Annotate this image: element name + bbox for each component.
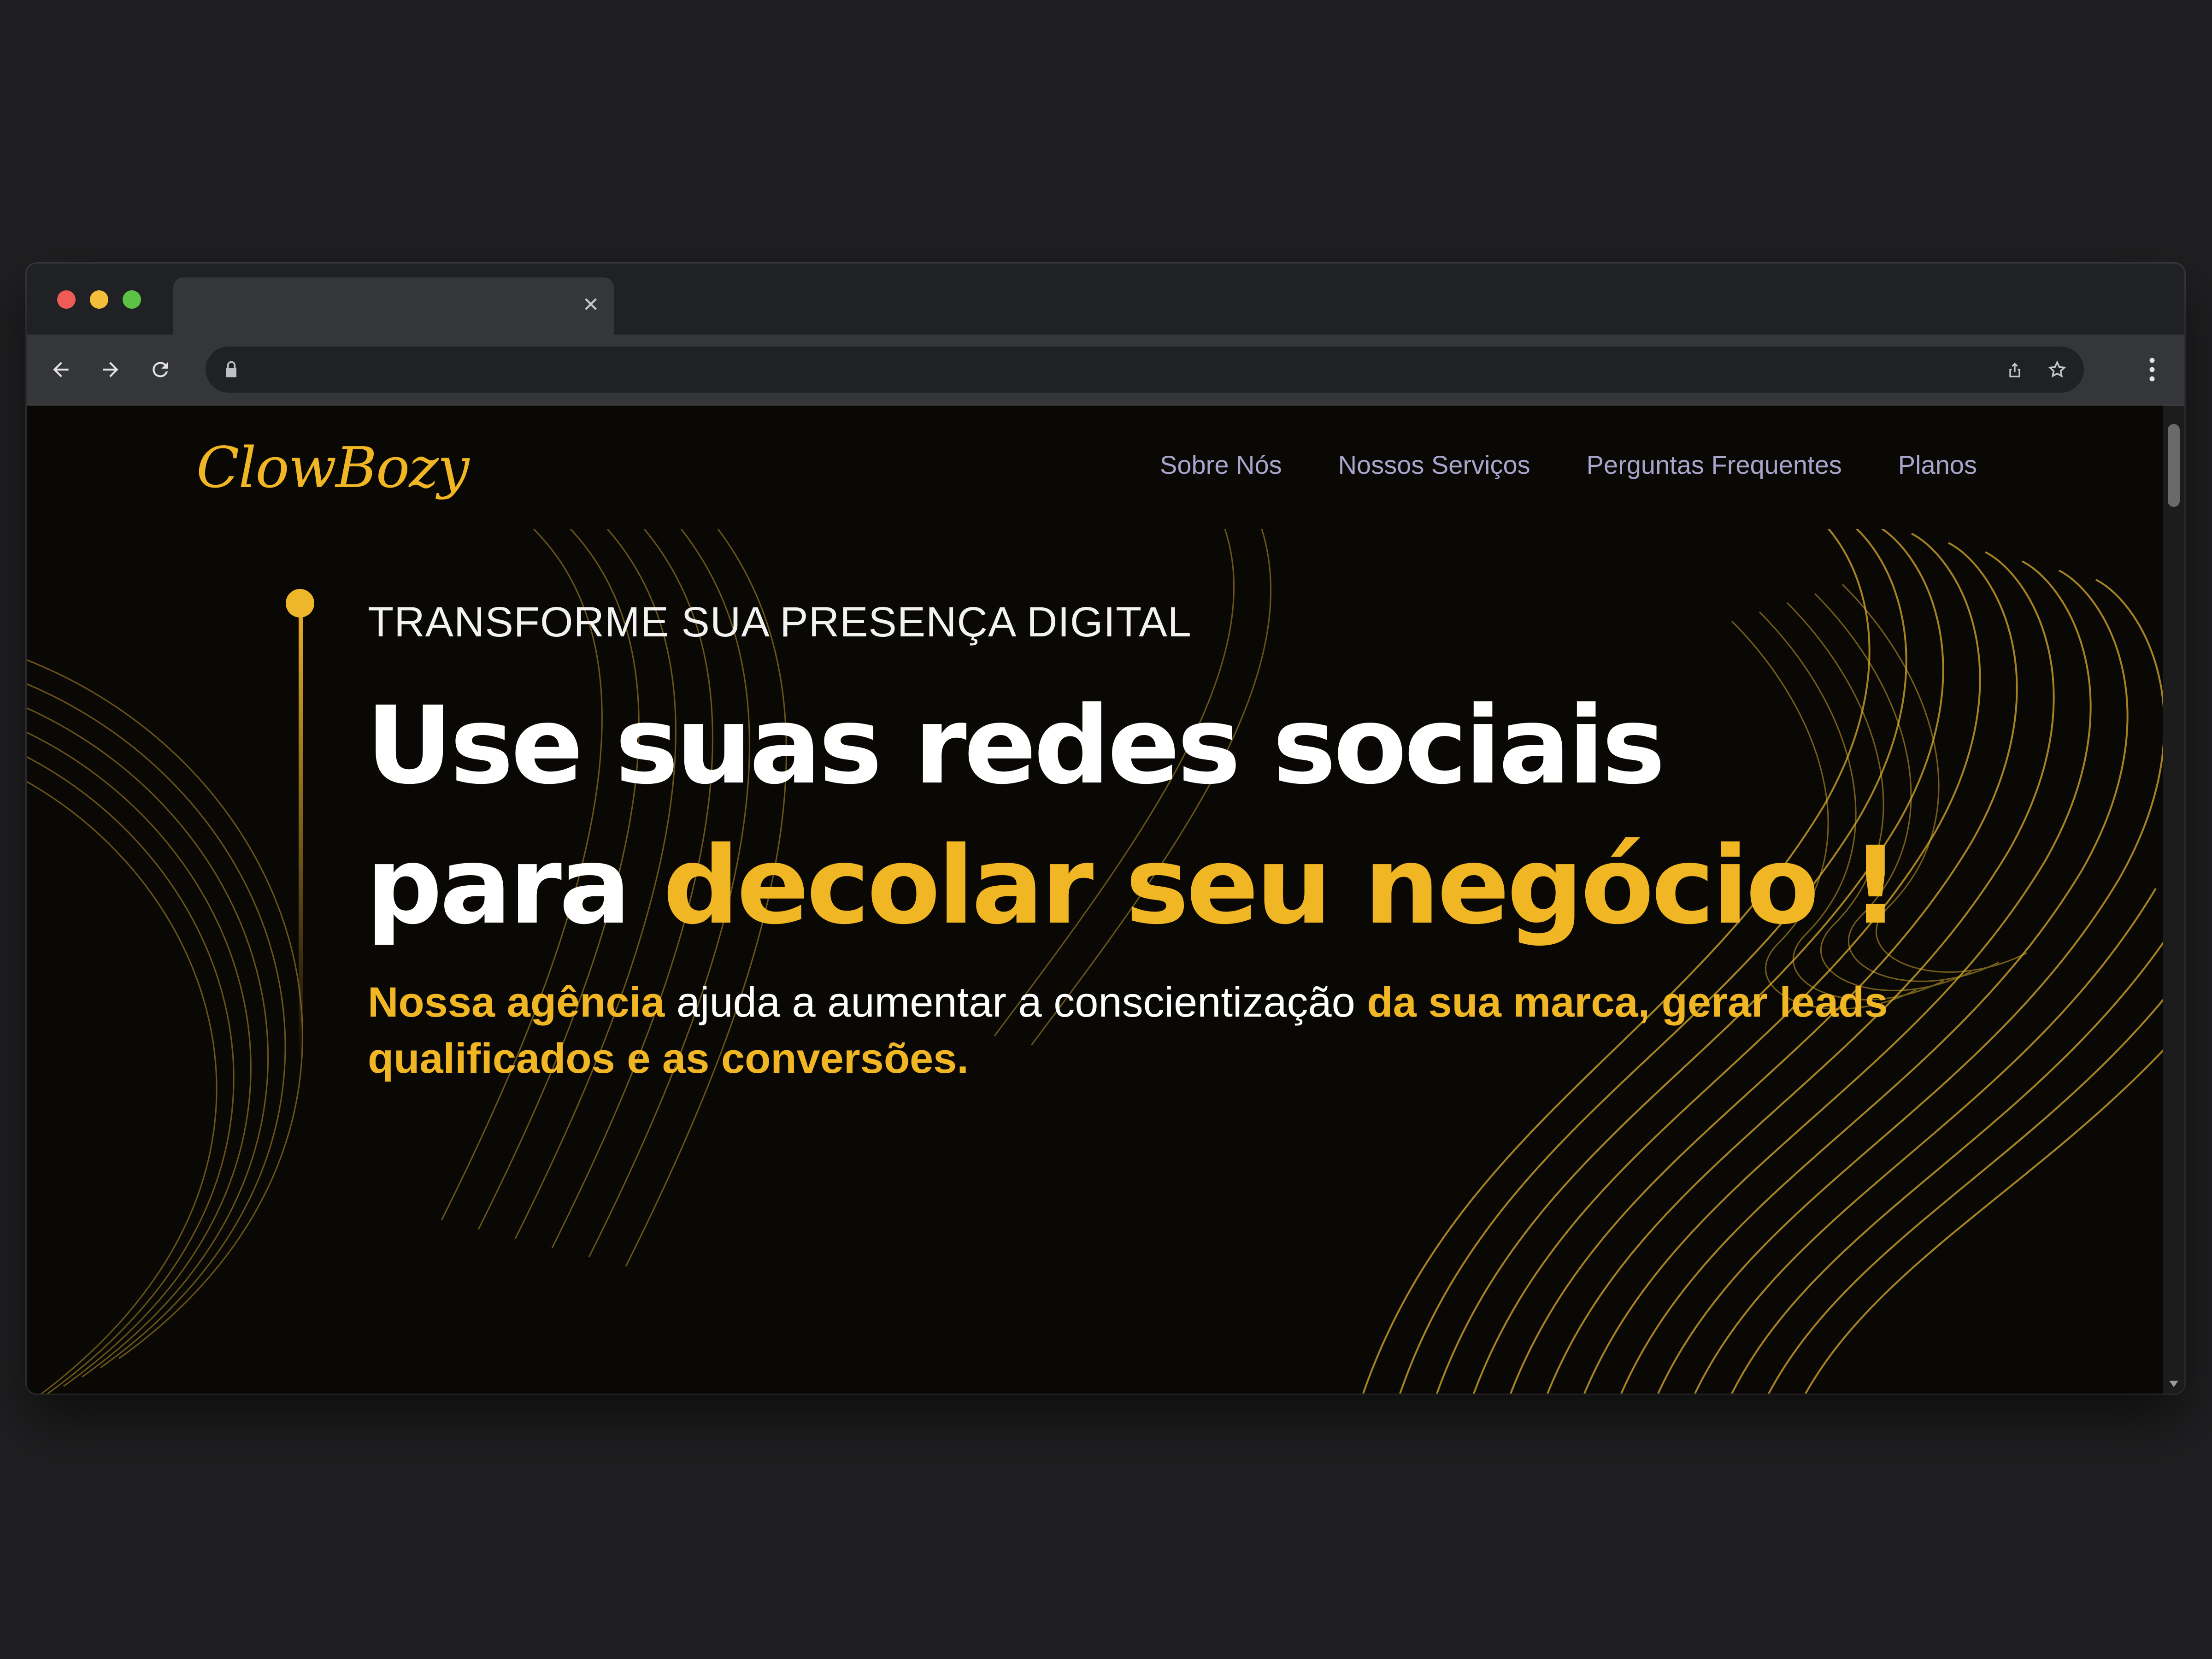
logo-text: ClowBozy — [196, 435, 470, 500]
headline-line1: Use suas redes sociais — [366, 683, 1665, 808]
sub-part1: Nossa agência — [368, 979, 665, 1026]
nav-link-planos[interactable]: Planos — [1898, 450, 1977, 480]
scroll-down-arrow-icon[interactable] — [2169, 1381, 2178, 1387]
hero-subheadline: Nossa agência ajuda a aumentar a conscie… — [368, 974, 1888, 1087]
site-logo[interactable]: ClowBozy — [196, 433, 470, 502]
star-icon — [2048, 360, 2066, 378]
bookmark-button[interactable] — [2044, 357, 2070, 382]
tab-strip: ✕ — [27, 264, 2184, 335]
browser-menu-button[interactable] — [2138, 351, 2166, 388]
address-bar[interactable] — [206, 347, 2084, 393]
reload-icon — [153, 362, 168, 377]
scrollbar-thumb[interactable] — [2168, 424, 2180, 507]
browser-tab[interactable]: ✕ — [173, 277, 614, 335]
browser-window: ✕ ClowBozy Sobre Nós Nossos Serviços Per… — [27, 264, 2184, 1394]
tab-close-icon[interactable]: ✕ — [579, 293, 603, 317]
page-viewport: ClowBozy Sobre Nós Nossos Serviços Pergu… — [27, 406, 2163, 1394]
hero-wave-pattern — [27, 529, 2163, 1394]
reload-button[interactable] — [142, 351, 179, 388]
accent-dot — [286, 589, 314, 618]
headline-line2-white: para — [366, 824, 663, 948]
headline-line2-accent: decolar seu negócio ! — [663, 824, 1900, 948]
hero-section: TRANSFORME SUA PRESENÇA DIGITAL Use suas… — [27, 529, 2163, 1394]
arrow-left-icon — [53, 362, 69, 377]
browser-toolbar — [27, 335, 2184, 406]
share-button[interactable] — [2002, 357, 2028, 382]
nav-link-faq[interactable]: Perguntas Frequentes — [1587, 450, 1842, 480]
back-button[interactable] — [42, 351, 79, 388]
nav-link-servicos[interactable]: Nossos Serviços — [1338, 450, 1530, 480]
site-header: ClowBozy Sobre Nós Nossos Serviços Pergu… — [27, 406, 2163, 529]
page-scrollbar[interactable] — [2163, 406, 2184, 1394]
forward-button[interactable] — [92, 351, 129, 388]
arrow-right-icon — [103, 362, 118, 377]
kebab-menu-icon — [2149, 358, 2155, 382]
sub-part2: ajuda a aumentar a conscientização — [665, 979, 1367, 1026]
nav-link-sobre-nos[interactable]: Sobre Nós — [1160, 450, 1282, 480]
hero-eyebrow: TRANSFORME SUA PRESENÇA DIGITAL — [368, 599, 1192, 646]
lock-icon — [226, 361, 236, 377]
close-window-button[interactable] — [57, 290, 76, 309]
hero-headline: Use suas redes sociais para decolar seu … — [366, 676, 1900, 956]
maximize-window-button[interactable] — [123, 290, 141, 309]
main-nav: Sobre Nós Nossos Serviços Perguntas Freq… — [1160, 450, 1977, 480]
share-icon — [2009, 363, 2020, 377]
accent-line — [299, 602, 303, 1063]
minimize-window-button[interactable] — [90, 290, 108, 309]
